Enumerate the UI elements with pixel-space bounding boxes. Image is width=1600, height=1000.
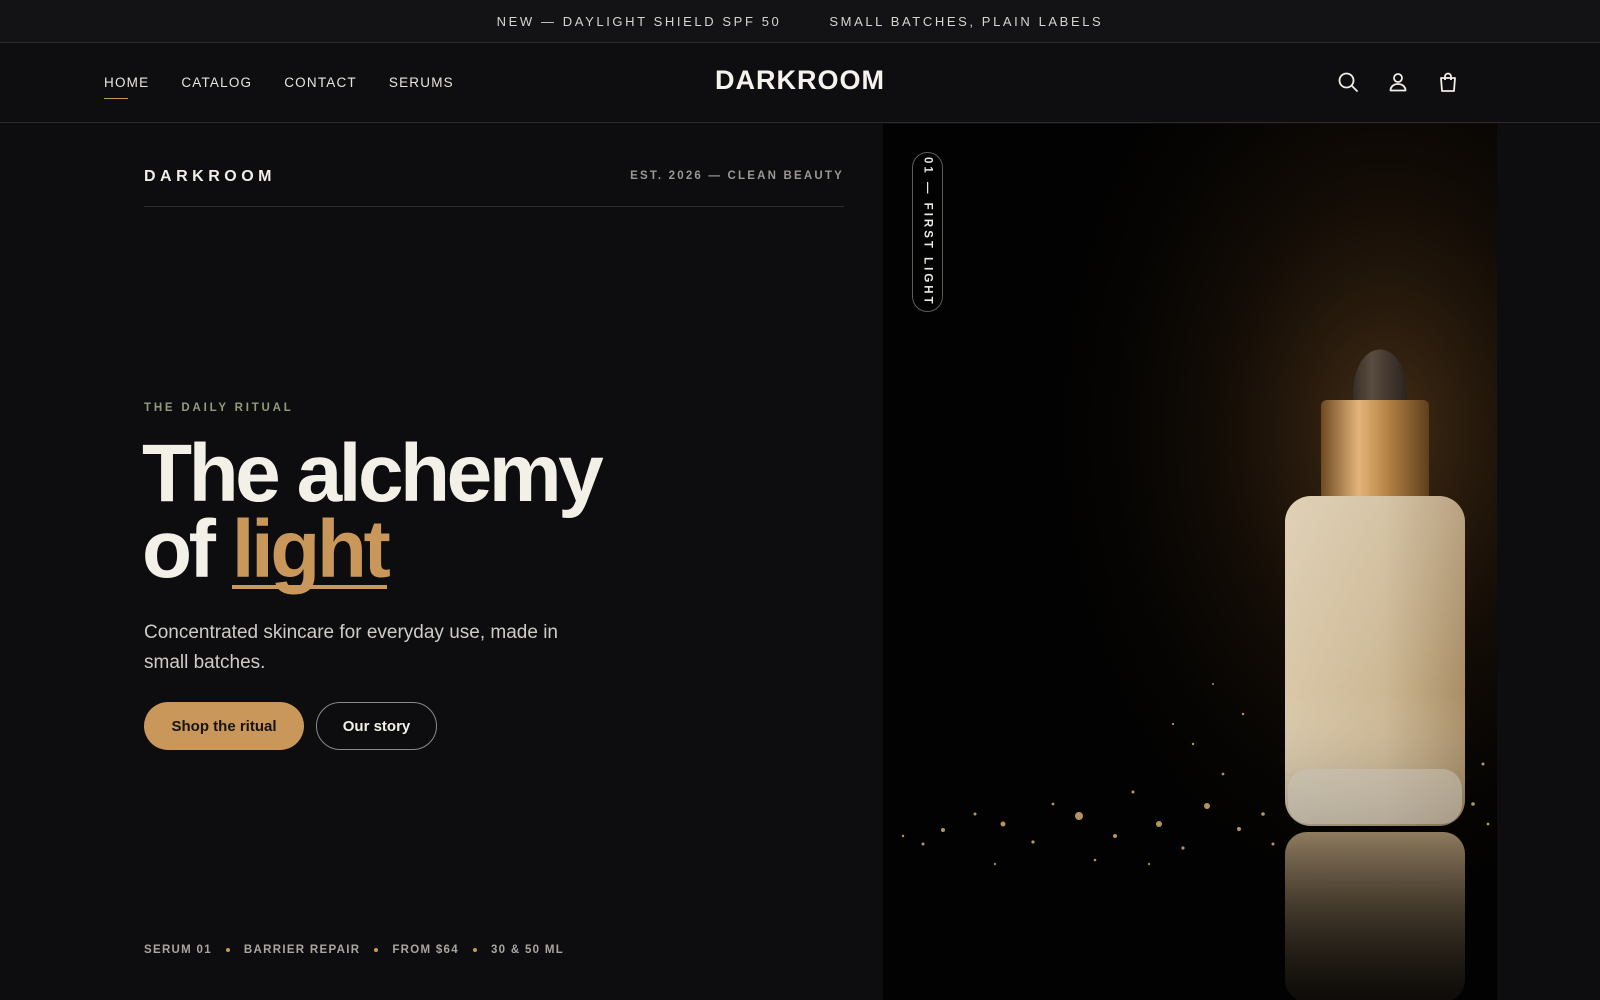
meta-item: FROM $64 xyxy=(392,944,459,956)
announcement-item: SMALL BATCHES, PLAIN LABELS xyxy=(829,13,1104,29)
bag-icon[interactable] xyxy=(1436,70,1460,94)
serum-bottle-illustration xyxy=(883,124,1497,1000)
headline-accent-word: light xyxy=(231,504,391,595)
meta-item: SERUM 01 xyxy=(144,944,212,956)
header-actions xyxy=(1336,70,1460,94)
nav-contact[interactable]: CONTACT xyxy=(284,75,357,92)
meta-separator xyxy=(374,948,379,952)
site-header: HOME CATALOG CONTACT SERUMS DARKROOM xyxy=(0,43,1600,123)
hero-product-image xyxy=(883,124,1497,1000)
meta-separator xyxy=(472,948,477,952)
hero-eyebrow: THE DAILY RITUAL xyxy=(144,402,294,414)
brand-wordmark: DARKROOM xyxy=(144,168,276,185)
announcement-item: NEW — DAYLIGHT SHIELD SPF 50 xyxy=(496,13,782,29)
image-tag-pill: 01 — FIRST LIGHT xyxy=(912,152,943,312)
meta-item: 30 & 50 ML xyxy=(490,944,565,956)
established-label: EST. 2026 — CLEAN BEAUTY xyxy=(630,170,844,182)
nav-home[interactable]: HOME xyxy=(104,75,149,99)
bottle-reflection xyxy=(1285,832,1465,1000)
headline-line-2-prefix: of xyxy=(142,504,216,595)
brand-row: DARKROOM EST. 2026 — CLEAN BEAUTY xyxy=(144,165,844,207)
bottle-collar xyxy=(1321,400,1429,500)
search-icon[interactable] xyxy=(1336,70,1360,94)
nav-serums[interactable]: SERUMS xyxy=(389,75,454,92)
nav-catalog[interactable]: CATALOG xyxy=(181,75,252,92)
shop-ritual-button[interactable]: Shop the ritual xyxy=(144,702,304,750)
product-meta: SERUM 01 BARRIER REPAIR FROM $64 30 & 50… xyxy=(144,944,564,956)
hero-headline: The alchemy of light xyxy=(142,433,604,595)
hero-subtitle: Concentrated skincare for everyday use, … xyxy=(144,622,558,673)
main-nav: HOME CATALOG CONTACT SERUMS xyxy=(104,43,454,123)
announcement-bar: NEW — DAYLIGHT SHIELD SPF 50 SMALL BATCH… xyxy=(0,0,1600,43)
our-story-button[interactable]: Our story xyxy=(316,702,437,750)
meta-item: BARRIER REPAIR xyxy=(243,944,361,956)
meta-separator xyxy=(225,948,230,952)
account-icon[interactable] xyxy=(1386,70,1410,94)
image-tag-label: 01 — FIRST LIGHT xyxy=(921,157,934,307)
